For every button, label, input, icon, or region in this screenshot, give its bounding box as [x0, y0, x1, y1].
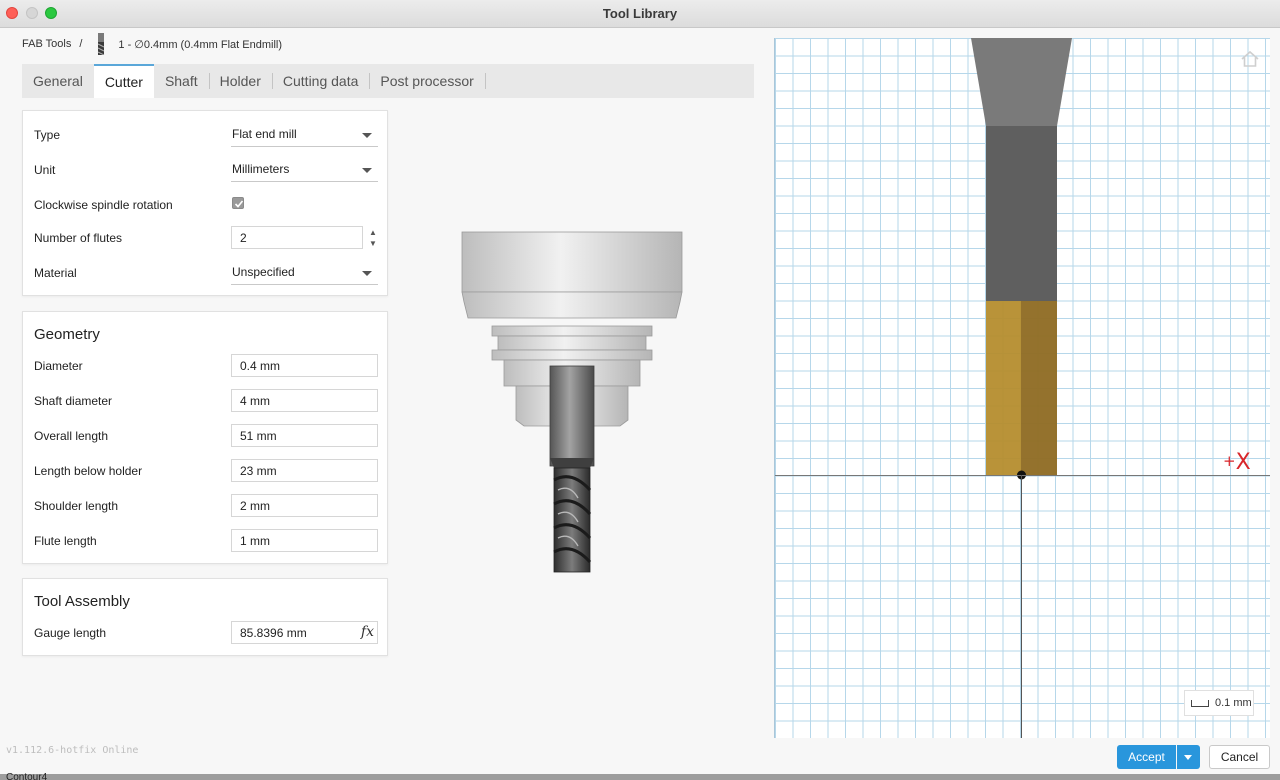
- shaft-diameter-row: Shaft diameter: [34, 389, 378, 413]
- breadcrumb: FAB Tools / 1 - ∅0.4mm (0.4mm Flat Endmi…: [22, 33, 282, 55]
- flute-length-label: Flute length: [34, 534, 97, 548]
- gauge-length-label: Gauge length: [34, 626, 107, 640]
- shoulder-length-label: Shoulder length: [34, 499, 119, 513]
- tool-3d-preview: [461, 231, 683, 573]
- stepper-arrows-icon[interactable]: ▲ ▼: [368, 227, 378, 249]
- breadcrumb-tool: 1 - ∅0.4mm (0.4mm Flat Endmill): [118, 38, 282, 51]
- tab-holder[interactable]: Holder: [208, 64, 272, 98]
- flute-length-input[interactable]: [231, 529, 378, 552]
- tool-assembly-title: Tool Assembly: [34, 593, 130, 610]
- diameter-label: Diameter: [34, 359, 83, 373]
- accept-menu-button[interactable]: [1177, 745, 1200, 769]
- material-row: Material Unspecified: [34, 261, 378, 285]
- x-axis-label: +X: [1223, 450, 1251, 475]
- diameter-row: Diameter: [34, 354, 378, 378]
- flutes-input[interactable]: [231, 226, 363, 249]
- unit-label: Unit: [34, 163, 56, 177]
- geometry-title: Geometry: [34, 326, 100, 343]
- tool-assembly-panel: Tool Assembly Gauge length fx: [22, 578, 388, 656]
- stepper-down-icon[interactable]: ▼: [368, 238, 378, 249]
- bottom-strip: Contour4: [0, 772, 1280, 780]
- window-title: Tool Library: [602, 6, 678, 21]
- overall-length-input[interactable]: [231, 424, 378, 447]
- x-axis-sign: +: [1223, 452, 1236, 470]
- scale-indicator: 0.1 mm: [1184, 690, 1254, 716]
- unit-value: Millimeters: [232, 162, 290, 176]
- endmill-tool-icon: [98, 33, 105, 55]
- accept-button[interactable]: Accept: [1117, 745, 1176, 769]
- collet-ring-2: [497, 335, 647, 351]
- scale-bracket-icon: [1191, 699, 1209, 707]
- tab-shaft[interactable]: Shaft: [154, 64, 209, 98]
- clockwise-checkbox[interactable]: [232, 197, 244, 209]
- shaft-diameter-input[interactable]: [231, 389, 378, 412]
- tab-post-processor[interactable]: Post processor: [369, 64, 484, 98]
- flutes-label: Number of flutes: [34, 231, 123, 245]
- shank-profile: [986, 126, 1057, 301]
- clockwise-label: Clockwise spindle rotation: [34, 198, 173, 212]
- holder-bevel: [461, 291, 683, 319]
- tab-cutter[interactable]: Cutter: [93, 64, 154, 98]
- y-axis-line: [1021, 475, 1022, 738]
- chevron-down-icon: [362, 271, 372, 276]
- chevron-down-icon: [362, 133, 372, 138]
- chevron-down-icon: [362, 168, 372, 173]
- collet-ring-3: [491, 349, 653, 361]
- type-value: Flat end mill: [232, 127, 297, 141]
- overall-length-label: Overall length: [34, 429, 109, 443]
- tool-2d-viewport[interactable]: +X 0.1 mm: [774, 38, 1270, 738]
- tab-cutting-data[interactable]: Cutting data: [271, 64, 370, 98]
- cutter-panel: Type Flat end mill Unit Millimeters Cloc…: [22, 110, 388, 296]
- breadcrumb-separator: /: [79, 38, 83, 50]
- x-axis-line: [775, 475, 1270, 476]
- geometry-panel: Geometry Diameter Shaft diameter Overall…: [22, 311, 388, 564]
- type-dropdown[interactable]: Flat end mill: [231, 123, 378, 147]
- length-below-holder-input[interactable]: [231, 459, 378, 482]
- shoulder-length-row: Shoulder length: [34, 494, 378, 518]
- holder-taper-profile: [971, 38, 1072, 126]
- material-label: Material: [34, 266, 77, 280]
- x-axis-letter: X: [1235, 450, 1251, 475]
- holder-top: [461, 231, 683, 293]
- stepper-up-icon[interactable]: ▲: [368, 227, 378, 238]
- flutes-row: Number of flutes ▲ ▼: [34, 226, 378, 250]
- breadcrumb-library[interactable]: FAB Tools: [22, 38, 71, 50]
- cancel-button[interactable]: Cancel: [1209, 745, 1270, 769]
- clockwise-row: Clockwise spindle rotation: [34, 193, 378, 217]
- length-below-holder-row: Length below holder: [34, 459, 378, 483]
- material-dropdown[interactable]: Unspecified: [231, 261, 378, 285]
- diameter-input[interactable]: [231, 354, 378, 377]
- material-value: Unspecified: [232, 265, 295, 279]
- tool-neck: [550, 458, 594, 468]
- collet-ring-1: [491, 325, 653, 337]
- shoulder-length-input[interactable]: [231, 494, 378, 517]
- flute-length-row: Flute length: [34, 529, 378, 553]
- length-below-holder-label: Length below holder: [34, 464, 143, 478]
- formula-icon[interactable]: fx: [361, 624, 374, 640]
- bottom-strip-text: Contour4: [6, 772, 48, 780]
- tab-divider: [484, 73, 486, 89]
- unit-row: Unit Millimeters: [34, 158, 378, 182]
- gauge-length-row: Gauge length fx: [34, 621, 378, 645]
- type-row: Type Flat end mill: [34, 123, 378, 147]
- version-label: v1.112.6-hotfix Online: [6, 745, 139, 756]
- gauge-length-input[interactable]: [231, 621, 378, 644]
- tab-general[interactable]: General: [22, 64, 94, 98]
- flute-shade: [1021, 301, 1057, 475]
- shaft-diameter-label: Shaft diameter: [34, 394, 113, 408]
- type-label: Type: [34, 128, 61, 142]
- tab-bar: General Cutter Shaft Holder Cutting data…: [22, 64, 754, 98]
- tool-shank: [549, 365, 595, 467]
- scale-label: 0.1 mm: [1215, 697, 1252, 709]
- overall-length-row: Overall length: [34, 424, 378, 448]
- unit-dropdown[interactable]: Millimeters: [231, 158, 378, 182]
- title-bar: Tool Library: [0, 0, 1280, 28]
- tool-profile: [971, 38, 1072, 480]
- checkmark-icon: [234, 200, 244, 208]
